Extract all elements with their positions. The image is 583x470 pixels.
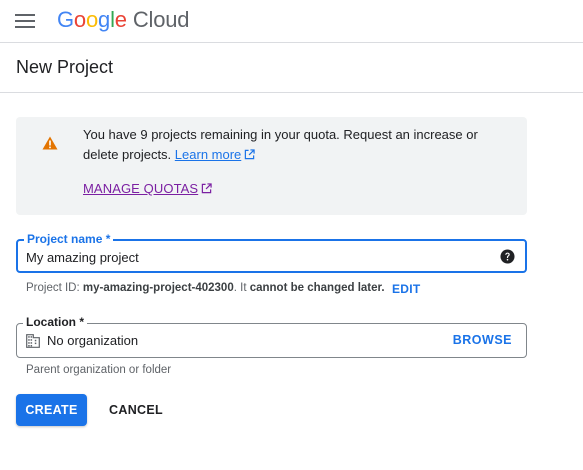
location-helper-text: Parent organization or folder: [26, 364, 172, 376]
learn-more-link[interactable]: Learn more: [175, 147, 255, 162]
edit-project-id-button[interactable]: EDIT: [392, 282, 421, 296]
logo-letter: G: [57, 7, 74, 32]
hamburger-menu-icon[interactable]: [14, 11, 36, 31]
quota-warning-text: You have 9 projects remaining in your qu…: [83, 125, 503, 165]
title-bar: New Project: [0, 43, 583, 93]
project-id-warning: cannot be changed later.: [249, 282, 385, 294]
logo-letter: o: [73, 7, 86, 32]
warning-icon: [42, 136, 58, 150]
quota-message: You have 9 projects remaining in your qu…: [83, 127, 478, 162]
project-name-label: Project name *: [24, 232, 114, 246]
google-cloud-logo[interactable]: Google Cloud: [57, 6, 189, 34]
project-id-prefix: Project ID:: [26, 282, 80, 294]
location-value: No organization: [47, 333, 139, 348]
project-id-text: Project ID: my-amazing-project-402300. I…: [26, 282, 385, 294]
logo-letter: e: [114, 7, 127, 32]
project-id-value: my-amazing-project-402300: [82, 282, 234, 294]
manage-quotas-label: MANAGE QUOTAS: [83, 181, 199, 196]
page-title: New Project: [16, 57, 114, 77]
open-in-new-icon: [201, 183, 212, 194]
top-bar: Google Cloud: [0, 0, 583, 43]
cancel-button[interactable]: CANCEL: [101, 394, 171, 426]
browse-button[interactable]: BROWSE: [453, 333, 512, 347]
open-in-new-icon: [245, 149, 255, 160]
project-name-input[interactable]: [26, 247, 486, 267]
create-button[interactable]: CREATE: [16, 394, 87, 426]
location-field[interactable]: Location * No organization BROWSE: [16, 315, 527, 358]
building-icon: [26, 334, 40, 348]
help-circle-icon[interactable]: [500, 249, 515, 264]
project-id-middle: . It: [233, 282, 247, 294]
project-name-field[interactable]: Project name *: [16, 232, 527, 273]
manage-quotas-link[interactable]: MANAGE QUOTAS: [83, 181, 212, 196]
location-label: Location *: [23, 315, 88, 329]
logo-letter: o: [85, 7, 99, 32]
logo-product-name: Cloud: [132, 7, 190, 32]
learn-more-label: Learn more: [174, 147, 242, 162]
logo-letter: g: [98, 7, 111, 32]
quota-warning-panel: You have 9 projects remaining in your qu…: [16, 117, 527, 215]
